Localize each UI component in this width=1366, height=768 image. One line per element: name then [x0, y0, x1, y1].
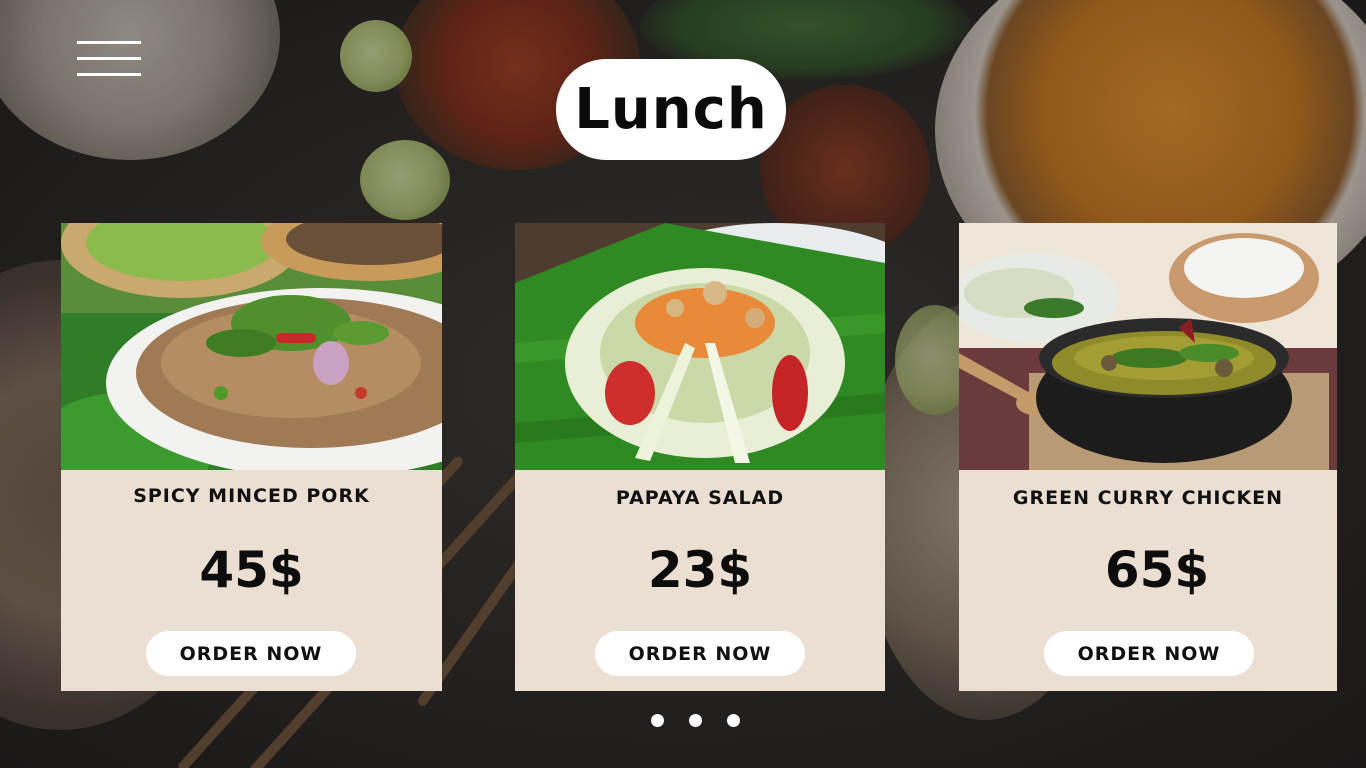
dish-name: SPICY MINCED PORK: [133, 485, 370, 507]
papaya-salad-photo: [515, 223, 885, 470]
pagination-dot[interactable]: [727, 714, 740, 727]
order-now-button[interactable]: ORDER NOW: [146, 631, 356, 676]
dish-name: PAPAYA SALAD: [615, 487, 785, 509]
order-now-button[interactable]: ORDER NOW: [595, 631, 805, 676]
order-now-button[interactable]: ORDER NOW: [1044, 631, 1254, 676]
menu-card-green-curry-chicken: GREEN CURRY CHICKEN 65$ ORDER NOW: [959, 223, 1337, 691]
dish-price: 45$: [199, 541, 304, 599]
dish-price: 65$: [1104, 541, 1210, 599]
dish-name: GREEN CURRY CHICKEN: [1012, 487, 1284, 509]
dish-price: 23$: [647, 541, 753, 599]
hamburger-menu-icon[interactable]: [77, 40, 141, 78]
page-title: Lunch: [574, 77, 768, 142]
pagination-dot[interactable]: [651, 714, 664, 727]
pagination-dot[interactable]: [689, 714, 702, 727]
menu-card-papaya-salad: PAPAYA SALAD 23$ ORDER NOW: [515, 223, 885, 691]
pagination-dots: [651, 714, 740, 727]
menu-card-spicy-minced-pork: SPICY MINCED PORK 45$ ORDER NOW: [61, 223, 442, 691]
larb-dish-photo: [61, 223, 442, 470]
title-pill: Lunch: [556, 59, 786, 160]
green-curry-photo: [959, 223, 1337, 470]
